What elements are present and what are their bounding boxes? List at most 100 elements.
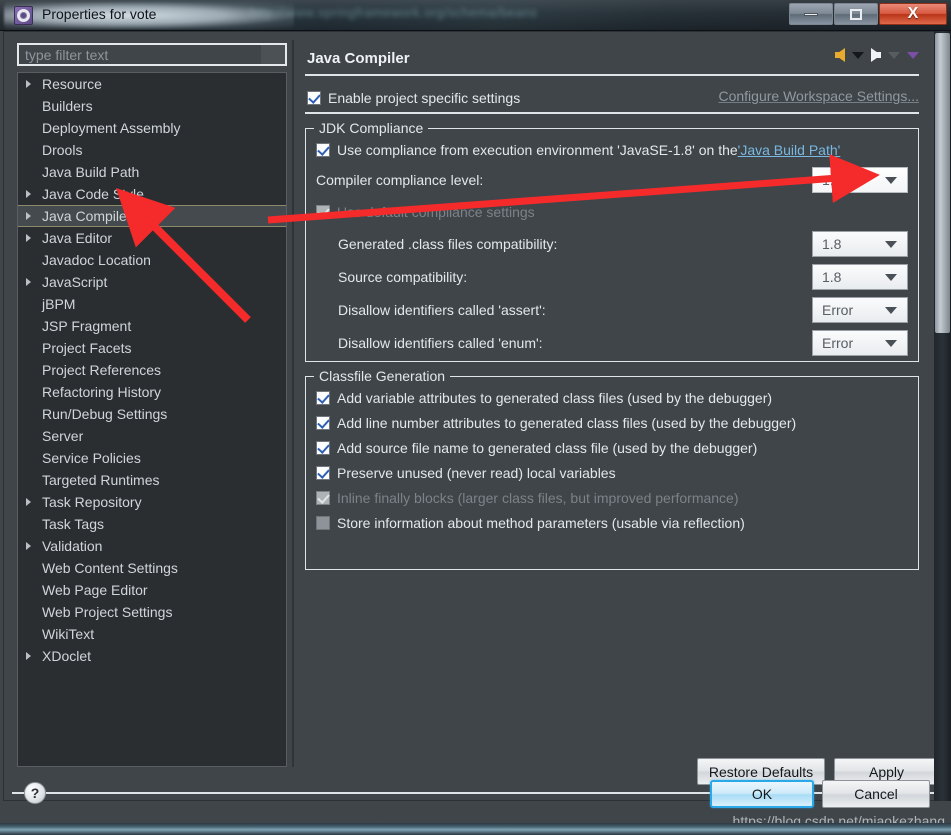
- sidebar-item-web-project-settings[interactable]: Web Project Settings: [18, 601, 286, 623]
- generated-class-compat-label-row: Generated .class files compatibility:: [338, 233, 557, 255]
- sidebar-item-javascript[interactable]: JavaScript: [18, 271, 286, 293]
- source-compatibility-label: Source compatibility:: [338, 269, 468, 285]
- sidebar-item-jsp-fragment[interactable]: JSP Fragment: [18, 315, 286, 337]
- classfile-option-label: Store information about method parameter…: [337, 514, 745, 531]
- sidebar-item-server[interactable]: Server: [18, 425, 286, 447]
- classfile-option-checkbox[interactable]: [316, 390, 330, 405]
- configure-workspace-settings-link[interactable]: Configure Workspace Settings...: [718, 88, 919, 104]
- sidebar-item-drools[interactable]: Drools: [18, 139, 286, 161]
- sidebar-item-label: Task Repository: [42, 494, 142, 510]
- sidebar-item-project-references[interactable]: Project References: [18, 359, 286, 381]
- expand-chevron-right-icon[interactable]: [26, 542, 31, 550]
- sidebar-item-project-facets[interactable]: Project Facets: [18, 337, 286, 359]
- sidebar-item-web-content-settings[interactable]: Web Content Settings: [18, 557, 286, 579]
- sidebar-item-validation[interactable]: Validation: [18, 535, 286, 557]
- classfile-option-checkbox[interactable]: [316, 465, 330, 480]
- sidebar-item-builders[interactable]: Builders: [18, 95, 286, 117]
- sidebar-item-task-tags[interactable]: Task Tags: [18, 513, 286, 535]
- disallow-enum-value: Error: [822, 335, 854, 351]
- sidebar-item-label: Server: [42, 428, 84, 444]
- navigation-icons: [835, 48, 919, 62]
- sidebar-item-java-build-path[interactable]: Java Build Path: [18, 161, 286, 183]
- sidebar-item-label: Web Content Settings: [42, 560, 178, 576]
- enable-project-specific-checkbox[interactable]: [307, 91, 321, 105]
- sidebar-item-java-code-style[interactable]: Java Code Style: [18, 183, 286, 205]
- minimize-button[interactable]: [789, 3, 833, 25]
- scrollbar-thumb[interactable]: [935, 33, 950, 333]
- sidebar-item-label: Drools: [42, 142, 83, 158]
- classfile-generation-group: Classfile Generation Add variable attrib…: [305, 368, 919, 570]
- compiler-compliance-level-combo[interactable]: 1.8: [812, 167, 908, 193]
- sidebar-item-label: Web Page Editor: [42, 582, 148, 598]
- content-panel: Java Compiler Enable project specific se…: [301, 40, 939, 785]
- use-execution-environment-row[interactable]: Use compliance from execution environmen…: [316, 139, 840, 161]
- classfile-option-row[interactable]: Preserve unused (never read) local varia…: [316, 460, 910, 485]
- ok-button[interactable]: OK: [710, 780, 814, 808]
- forward-arrow-icon[interactable]: [871, 48, 881, 62]
- sidebar-item-label: Service Policies: [42, 450, 141, 466]
- sidebar-item-label: Task Tags: [42, 516, 104, 532]
- expand-chevron-right-icon[interactable]: [26, 652, 31, 660]
- sidebar-item-run-debug-settings[interactable]: Run/Debug Settings: [18, 403, 286, 425]
- classfile-option-row[interactable]: Add source file name to generated class …: [316, 435, 910, 460]
- sidebar-item-resource[interactable]: Resource: [18, 73, 286, 95]
- ok-label: OK: [751, 786, 773, 802]
- classfile-option-checkbox[interactable]: [316, 440, 330, 455]
- sidebar-item-java-editor[interactable]: Java Editor: [18, 227, 286, 249]
- expand-chevron-right-icon[interactable]: [26, 278, 31, 286]
- vertical-scrollbar[interactable]: [934, 31, 951, 801]
- close-icon: X: [907, 5, 919, 22]
- sidebar-item-targeted-runtimes[interactable]: Targeted Runtimes: [18, 469, 286, 491]
- source-compatibility-combo[interactable]: 1.8: [812, 264, 908, 290]
- sidebar-item-label: XDoclet: [42, 648, 92, 664]
- sidebar-item-label: JSP Fragment: [42, 318, 132, 334]
- disallow-enum-combo[interactable]: Error: [812, 330, 908, 356]
- sidebar-item-refactoring-history[interactable]: Refactoring History: [18, 381, 286, 403]
- classfile-option-checkbox[interactable]: [316, 515, 330, 530]
- classfile-option-row[interactable]: Add variable attributes to generated cla…: [316, 385, 910, 410]
- compiler-compliance-level-label: Compiler compliance level:: [316, 172, 484, 188]
- use-default-compliance-row: Use default compliance settings: [316, 201, 535, 223]
- classfile-option-checkbox[interactable]: [316, 415, 330, 430]
- sidebar-item-java-compiler[interactable]: Java Compiler: [18, 205, 286, 227]
- sidebar-item-task-repository[interactable]: Task Repository: [18, 491, 286, 513]
- sidebar-item-jbpm[interactable]: jBPM: [18, 293, 286, 315]
- disallow-assert-combo[interactable]: Error: [812, 297, 908, 323]
- close-button[interactable]: X: [879, 3, 947, 25]
- classfile-option-row[interactable]: Store information about method parameter…: [316, 510, 910, 535]
- sidebar-item-javadoc-location[interactable]: Javadoc Location: [18, 249, 286, 271]
- maximize-button[interactable]: [834, 3, 878, 25]
- expand-chevron-right-icon[interactable]: [26, 498, 31, 506]
- filter-clear-button[interactable]: [261, 45, 285, 64]
- java-build-path-link[interactable]: 'Java Build Path': [738, 142, 841, 158]
- filter-input[interactable]: [19, 45, 261, 64]
- help-icon[interactable]: ?: [24, 782, 46, 804]
- compiler-compliance-level-label-row: Compiler compliance level:: [316, 169, 483, 191]
- view-menu-chevron-down-icon[interactable]: [907, 51, 919, 59]
- sidebar-item-service-policies[interactable]: Service Policies: [18, 447, 286, 469]
- jdk-compliance-group: JDK Compliance Use compliance from execu…: [305, 120, 919, 362]
- sidebar-item-xdoclet[interactable]: XDoclet: [18, 645, 286, 667]
- sidebar-item-wikitext[interactable]: WikiText: [18, 623, 286, 645]
- settings-tree[interactable]: Resource Builders Deployment Assembly Drool…: [17, 72, 287, 767]
- window-bottom-strip: [0, 823, 951, 835]
- filter-box[interactable]: [17, 43, 287, 66]
- generated-class-compat-combo[interactable]: 1.8: [812, 231, 908, 257]
- sidebar-item-deployment-assembly[interactable]: Deployment Assembly: [18, 117, 286, 139]
- forward-history-chevron-down-icon: [888, 51, 900, 59]
- use-execution-environment-checkbox[interactable]: [316, 143, 330, 157]
- classfile-option-checkbox: [316, 490, 330, 505]
- classfile-option-row[interactable]: Add line number attributes to generated …: [316, 410, 910, 435]
- expand-chevron-right-icon[interactable]: [26, 212, 31, 220]
- cancel-button[interactable]: Cancel: [822, 780, 930, 808]
- sidebar-item-web-page-editor[interactable]: Web Page Editor: [18, 579, 286, 601]
- classfile-option-label: Add source file name to generated class …: [337, 439, 758, 456]
- back-arrow-icon[interactable]: [835, 48, 845, 62]
- jdk-compliance-group-title: JDK Compliance: [314, 120, 429, 136]
- expand-chevron-right-icon[interactable]: [26, 190, 31, 198]
- chevron-down-icon: [885, 339, 897, 347]
- back-history-chevron-down-icon[interactable]: [852, 51, 864, 59]
- expand-chevron-right-icon[interactable]: [26, 234, 31, 242]
- disallow-assert-value: Error: [822, 302, 854, 318]
- expand-chevron-right-icon[interactable]: [26, 80, 31, 88]
